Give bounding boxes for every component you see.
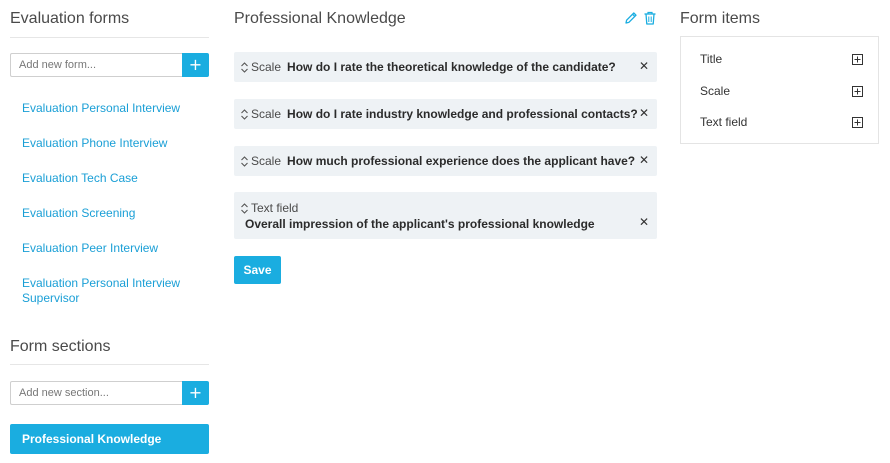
item-type-label: Text field xyxy=(251,201,299,215)
form-items-heading: Form items xyxy=(680,10,760,27)
form-item[interactable]: Scale How do I rate the theoretical know… xyxy=(234,52,657,82)
form-item[interactable]: Scale How do I rate industry knowledge a… xyxy=(234,99,657,129)
form-item[interactable]: Text field Overall impression of the app… xyxy=(234,192,657,239)
close-icon[interactable]: ✕ xyxy=(639,59,649,73)
section-tools xyxy=(624,11,657,25)
sort-icon[interactable] xyxy=(240,202,249,214)
item-type-label: Scale xyxy=(251,107,282,121)
item-type: Scale xyxy=(240,60,281,74)
item-question: How do I rate industry knowledge and pro… xyxy=(287,107,638,121)
form-item-scale[interactable]: Scale xyxy=(700,84,863,98)
divider xyxy=(10,37,209,38)
item-type: Scale xyxy=(240,154,281,168)
close-icon[interactable]: ✕ xyxy=(639,106,649,120)
trash-icon[interactable] xyxy=(643,11,657,25)
sections-heading: Form sections xyxy=(10,338,111,355)
form-link[interactable]: Evaluation Tech Case xyxy=(22,171,212,186)
add-section-button[interactable]: + xyxy=(182,381,209,405)
form-item-label: Title xyxy=(700,52,723,66)
add-form-input[interactable] xyxy=(10,53,182,77)
form-link[interactable]: Evaluation Personal Interview xyxy=(22,101,212,116)
square-plus-icon[interactable] xyxy=(852,53,863,65)
form-items-box: Title Scale Text field xyxy=(680,36,879,144)
save-button[interactable]: Save xyxy=(234,256,281,284)
close-icon[interactable]: ✕ xyxy=(639,215,649,229)
form-link[interactable]: Evaluation Peer Interview xyxy=(22,241,212,256)
add-section-row: + xyxy=(10,381,209,405)
item-type: Scale xyxy=(240,107,281,121)
section-title: Professional Knowledge xyxy=(234,10,406,27)
item-question: Overall impression of the applicant's pr… xyxy=(245,217,595,231)
form-item-title[interactable]: Title xyxy=(700,52,863,66)
form-item-label: Scale xyxy=(700,84,731,98)
form-item-label: Text field xyxy=(700,115,748,129)
add-section-input[interactable] xyxy=(10,381,182,405)
pencil-icon[interactable] xyxy=(624,11,638,25)
item-type-label: Scale xyxy=(251,60,282,74)
form-link[interactable]: Evaluation Personal Interview Supervisor xyxy=(22,276,212,306)
add-form-button[interactable]: + xyxy=(182,53,209,77)
forms-list: Evaluation Personal Interview Evaluation… xyxy=(22,101,212,306)
form-item-text-field[interactable]: Text field xyxy=(700,115,863,129)
form-link[interactable]: Evaluation Phone Interview xyxy=(22,136,212,151)
square-plus-icon[interactable] xyxy=(852,85,863,97)
item-type-label: Scale xyxy=(251,154,282,168)
forms-heading: Evaluation forms xyxy=(10,10,130,27)
form-link[interactable]: Evaluation Screening xyxy=(22,206,212,221)
section-item-professional-knowledge[interactable]: Professional Knowledge xyxy=(10,424,209,454)
sort-icon[interactable] xyxy=(240,108,249,120)
square-plus-icon[interactable] xyxy=(852,116,863,128)
form-item[interactable]: Scale How much professional experience d… xyxy=(234,146,657,176)
sort-icon[interactable] xyxy=(240,61,249,73)
item-question: How do I rate the theoretical knowledge … xyxy=(287,60,616,74)
divider xyxy=(10,364,209,365)
item-question: How much professional experience does th… xyxy=(287,154,636,168)
add-form-row: + xyxy=(10,53,209,77)
item-type: Text field xyxy=(240,201,298,215)
close-icon[interactable]: ✕ xyxy=(639,153,649,167)
sort-icon[interactable] xyxy=(240,155,249,167)
